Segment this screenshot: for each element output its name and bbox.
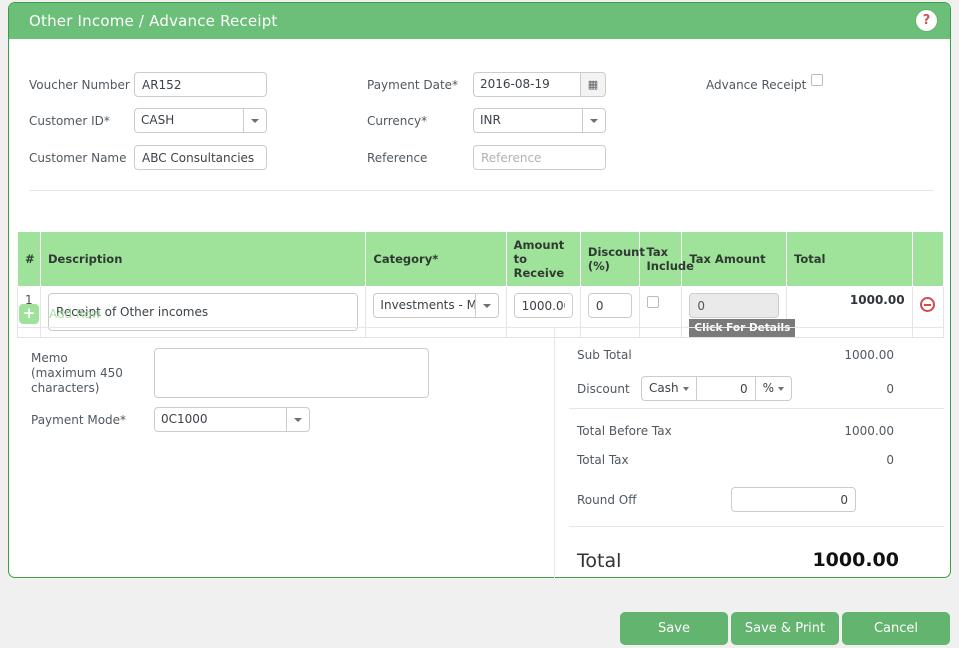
- payment-mode-select[interactable]: 0C1000: [154, 407, 310, 432]
- row-amount-cell: [505, 286, 581, 338]
- grand-total-label: Total: [577, 550, 622, 572]
- column-header-category: Category*: [365, 231, 507, 287]
- total-before-tax-value: 1000.00: [844, 424, 894, 438]
- column-header-total: Total: [786, 231, 913, 287]
- column-header-tax-include: Tax Include: [638, 231, 694, 287]
- row-total-value: 1000.00: [786, 286, 913, 338]
- total-tax-label: Total Tax: [577, 453, 629, 467]
- items-divider: [17, 327, 944, 328]
- calendar-icon[interactable]: ▦: [580, 72, 606, 97]
- memo-label: Memo (maximum 450 characters): [31, 351, 123, 395]
- tax-include-checkbox[interactable]: [646, 296, 659, 308]
- tax-amount-input[interactable]: [689, 293, 780, 318]
- voucher-number-label: Voucher Number *: [29, 78, 140, 92]
- column-header-num: #: [16, 231, 42, 287]
- payment-date-field[interactable]: 2016-08-19 ▦: [473, 72, 606, 97]
- currency-select[interactable]: INR: [473, 108, 606, 133]
- chevron-down-icon[interactable]: [582, 108, 606, 133]
- discount-label: Discount: [577, 382, 630, 396]
- customer-id-value: CASH: [134, 108, 243, 133]
- page-title: Other Income / Advance Receipt: [29, 12, 278, 30]
- totals-divider-2: [569, 526, 944, 527]
- payment-mode-value: 0C1000: [154, 407, 286, 432]
- save-button[interactable]: Save: [620, 612, 728, 645]
- grand-total-value: 1000.00: [812, 549, 899, 571]
- category-select[interactable]: Investments - Money: [373, 293, 499, 318]
- customer-name-label: Customer Name: [29, 151, 127, 165]
- discount-type-value: Cash: [649, 381, 679, 395]
- discount-percent-input[interactable]: [587, 293, 632, 318]
- row-delete-cell: [911, 286, 945, 338]
- column-header-tax-amount: Tax Amount: [681, 231, 788, 287]
- advance-receipt-checkbox[interactable]: [811, 74, 823, 86]
- delete-circle-icon[interactable]: [920, 297, 936, 312]
- items-table-header-row: # Description Category* Amount to Receiv…: [16, 231, 945, 287]
- payment-date-value: 2016-08-19: [473, 72, 580, 97]
- round-off-input[interactable]: [731, 487, 856, 512]
- payment-mode-label: Payment Mode*: [31, 413, 127, 427]
- amount-to-receive-input[interactable]: [513, 293, 573, 318]
- cancel-button[interactable]: Cancel: [842, 612, 950, 645]
- chevron-down-icon[interactable]: [474, 293, 499, 318]
- chevron-down-icon: [682, 386, 689, 391]
- category-value: Investments - Money: [373, 293, 475, 318]
- column-header-discount: Discount (%): [579, 231, 645, 287]
- row-discount-cell: [579, 286, 640, 338]
- total-before-tax-label: Total Before Tax: [577, 424, 672, 438]
- memo-textarea[interactable]: [154, 348, 429, 398]
- discount-type-button[interactable]: Cash: [641, 376, 697, 401]
- reference-label: Reference: [367, 151, 428, 165]
- column-header-description: Description: [40, 231, 367, 287]
- currency-value: INR: [473, 108, 582, 133]
- question-mark-icon[interactable]: ?: [916, 10, 937, 31]
- round-off-label: Round Off: [577, 493, 637, 507]
- discount-amount-input[interactable]: [696, 376, 755, 401]
- reference-input[interactable]: [473, 145, 606, 170]
- page-root: Other Income / Advance Receipt ? Voucher…: [0, 0, 959, 648]
- row-category-cell: Investments - Money: [365, 286, 507, 338]
- advance-receipt-label: Advance Receipt: [706, 78, 807, 92]
- total-tax-value: 0: [886, 453, 894, 467]
- chevron-down-icon[interactable]: [286, 407, 310, 432]
- customer-id-select[interactable]: CASH: [134, 108, 267, 133]
- receipt-panel: Other Income / Advance Receipt ? Voucher…: [8, 2, 951, 578]
- add-row-label: Add Row: [49, 307, 102, 321]
- customer-name-input[interactable]: [134, 145, 267, 170]
- discount-value: 0: [886, 382, 894, 396]
- sub-total-value: 1000.00: [844, 348, 894, 362]
- totals-divider-1: [569, 408, 944, 409]
- sub-total-label: Sub Total: [577, 348, 632, 362]
- panel-header: Other Income / Advance Receipt ?: [9, 3, 950, 39]
- items-table: # Description Category* Amount to Receiv…: [16, 231, 945, 338]
- chevron-down-icon[interactable]: [243, 108, 267, 133]
- totals-divider: [554, 328, 555, 578]
- save-and-print-button[interactable]: Save & Print: [731, 612, 839, 645]
- column-header-amount: Amount to Receive: [505, 231, 581, 287]
- column-header-actions: [911, 231, 945, 287]
- payment-date-label: Payment Date*: [367, 78, 459, 92]
- form-divider: [29, 190, 934, 191]
- add-row-button[interactable]: + Add Row: [19, 304, 101, 324]
- row-tax-amount-cell: Click For Details: [681, 286, 796, 338]
- table-row: 1 Investments - Money: [16, 286, 945, 338]
- voucher-number-input[interactable]: [134, 72, 267, 97]
- tax-amount-tooltip: Click For Details: [689, 319, 796, 337]
- row-tax-include-cell: [638, 286, 683, 338]
- currency-label: Currency*: [367, 114, 428, 128]
- customer-id-label: Customer ID*: [29, 114, 110, 128]
- plus-icon: +: [19, 304, 39, 324]
